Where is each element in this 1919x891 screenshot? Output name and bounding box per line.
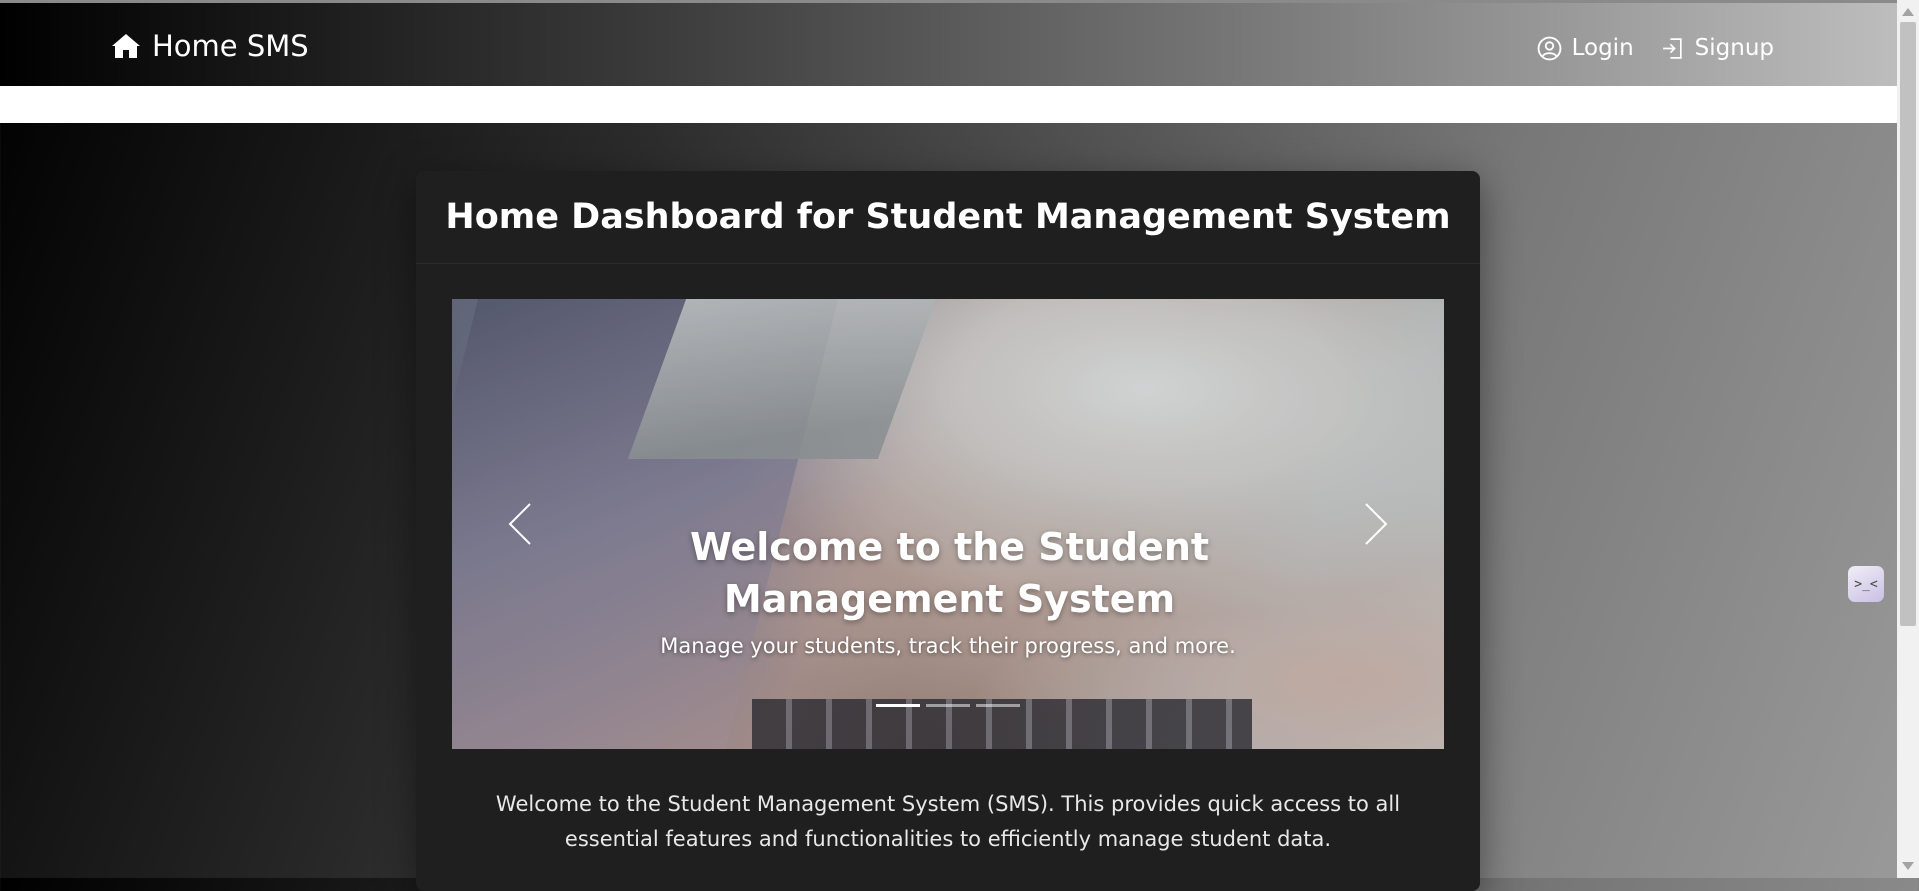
scroll-up-arrow[interactable] bbox=[1902, 8, 1914, 16]
header-spacer bbox=[0, 86, 1897, 123]
carousel-next-button[interactable] bbox=[1356, 499, 1396, 549]
carousel-indicator[interactable] bbox=[876, 704, 920, 707]
carousel-caption-title: Welcome to the Student Management System bbox=[689, 525, 1210, 621]
chevron-right-icon bbox=[1365, 503, 1388, 545]
login-link[interactable]: Login bbox=[1537, 35, 1634, 61]
side-widget-button[interactable]: >_< bbox=[1848, 566, 1884, 602]
side-widget-label: >_< bbox=[1854, 576, 1878, 592]
carousel-caption-text: Manage your students, track their progre… bbox=[660, 634, 1236, 658]
home-icon bbox=[112, 34, 140, 58]
scroll-thumb[interactable] bbox=[1900, 22, 1916, 626]
user-circle-icon bbox=[1537, 36, 1561, 60]
sign-in-icon bbox=[1662, 37, 1682, 59]
image-carousel[interactable]: Welcome to the Student Management System… bbox=[452, 299, 1444, 749]
page-title: Home Dashboard for Student Management Sy… bbox=[445, 197, 1451, 237]
page-scrollbar[interactable] bbox=[1897, 0, 1919, 878]
navbar: Home SMS Login Signup bbox=[0, 0, 1897, 86]
chevron-left-icon bbox=[508, 503, 531, 545]
signup-label: Signup bbox=[1694, 35, 1774, 61]
dashboard-card: Home Dashboard for Student Management Sy… bbox=[416, 171, 1480, 891]
brand-link[interactable]: Home SMS bbox=[110, 29, 309, 63]
dashboard-description: Welcome to the Student Management System… bbox=[495, 792, 1401, 851]
scroll-down-arrow[interactable] bbox=[1902, 862, 1914, 870]
brand-label: Home SMS bbox=[152, 29, 309, 63]
carousel-prev-button[interactable] bbox=[500, 499, 540, 549]
carousel-indicator[interactable] bbox=[976, 704, 1020, 707]
carousel-indicators bbox=[452, 704, 1444, 707]
nav-links: Login Signup bbox=[1537, 35, 1774, 61]
carousel-indicator[interactable] bbox=[926, 704, 970, 707]
card-header: Home Dashboard for Student Management Sy… bbox=[416, 171, 1480, 264]
login-label: Login bbox=[1571, 35, 1634, 61]
signup-link[interactable]: Signup bbox=[1660, 35, 1774, 61]
